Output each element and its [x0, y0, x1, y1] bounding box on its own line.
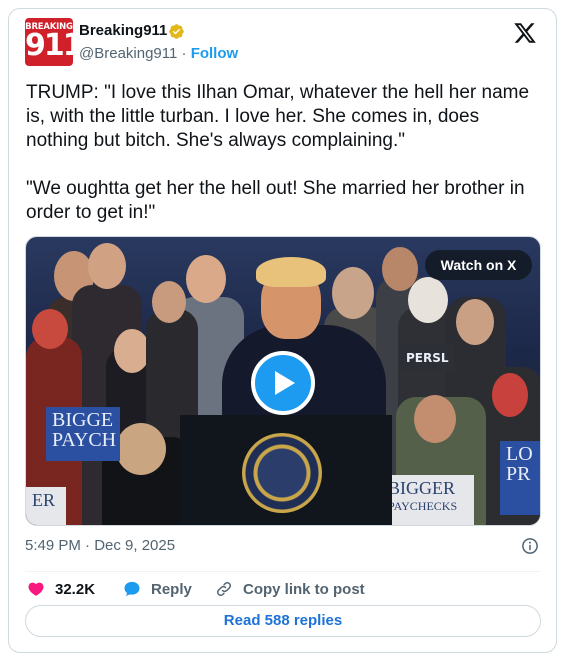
info-icon[interactable] — [521, 537, 539, 555]
link-icon — [216, 581, 232, 597]
reply-bubble-icon — [124, 581, 140, 597]
play-button[interactable] — [251, 351, 315, 415]
crowd-head — [456, 299, 494, 345]
tweet-card: BREAKING 911 Breaking911 @Breaking911 · … — [8, 8, 557, 653]
sign-bottom-left-text: ER — [32, 490, 56, 510]
crowd-head — [116, 423, 166, 475]
reply-label: Reply — [151, 580, 192, 598]
crowd-head — [114, 329, 150, 373]
sign-center: BIGGER PAYCHECKS — [382, 475, 474, 525]
crowd-head — [414, 395, 456, 443]
sign-right-line-2: PR — [506, 463, 531, 485]
copy-link-button[interactable]: Copy link to post — [215, 577, 365, 601]
divider — [25, 571, 540, 572]
sign-persl: PERSL — [400, 345, 454, 371]
crowd-head — [186, 255, 226, 303]
display-name[interactable]: Breaking911 — [79, 22, 167, 39]
crowd-head — [88, 243, 126, 289]
sign-right: LO PR — [500, 441, 540, 515]
handle-line: @Breaking911 · Follow — [79, 45, 238, 62]
crowd-head — [408, 277, 448, 323]
verified-badge-icon — [169, 24, 184, 39]
tweet-text: TRUMP: "I love this Ilhan Omar, whatever… — [26, 82, 530, 223]
timestamp[interactable]: 5:49 PM · Dec 9, 2025 — [25, 537, 175, 554]
follow-button[interactable]: Follow — [191, 45, 239, 62]
sign-bottom-left: ER — [26, 487, 66, 525]
like-count: 32.2K — [55, 580, 96, 598]
play-icon — [275, 371, 295, 395]
like-button[interactable]: 32.2K — [27, 577, 95, 601]
sign-center-line-2: PAYCHECKS — [388, 499, 458, 513]
copy-link-label: Copy link to post — [243, 580, 365, 598]
sign-right-line-1: LO — [506, 443, 533, 465]
sign-left: BIGGE PAYCH — [46, 407, 120, 461]
presidential-seal-icon — [242, 433, 322, 513]
read-replies-button[interactable]: Read 588 replies — [25, 605, 541, 637]
crowd-head — [492, 373, 528, 417]
video-player[interactable]: BIGGE PAYCH ER BIGGER PAYCHECKS LO PR PE… — [25, 236, 541, 526]
reply-button[interactable]: Reply — [123, 577, 192, 601]
sign-persl-text: PERSL — [406, 351, 449, 365]
crowd-head — [32, 309, 68, 349]
watch-on-x-button[interactable]: Watch on X — [425, 250, 532, 280]
crowd-head — [152, 281, 186, 323]
crowd-head — [332, 267, 374, 319]
sign-left-line-2: PAYCH — [52, 429, 117, 451]
handle[interactable]: @Breaking911 — [79, 45, 177, 62]
sign-center-line-1: BIGGER — [388, 478, 455, 498]
x-logo-icon[interactable] — [513, 21, 537, 45]
avatar[interactable]: BREAKING 911 — [25, 18, 73, 66]
heart-icon — [28, 582, 44, 596]
speaker-hair — [256, 257, 326, 287]
sign-left-line-1: BIGGE — [52, 409, 114, 431]
avatar-text-main: 911 — [25, 28, 73, 63]
handle-separator: · — [177, 45, 191, 62]
